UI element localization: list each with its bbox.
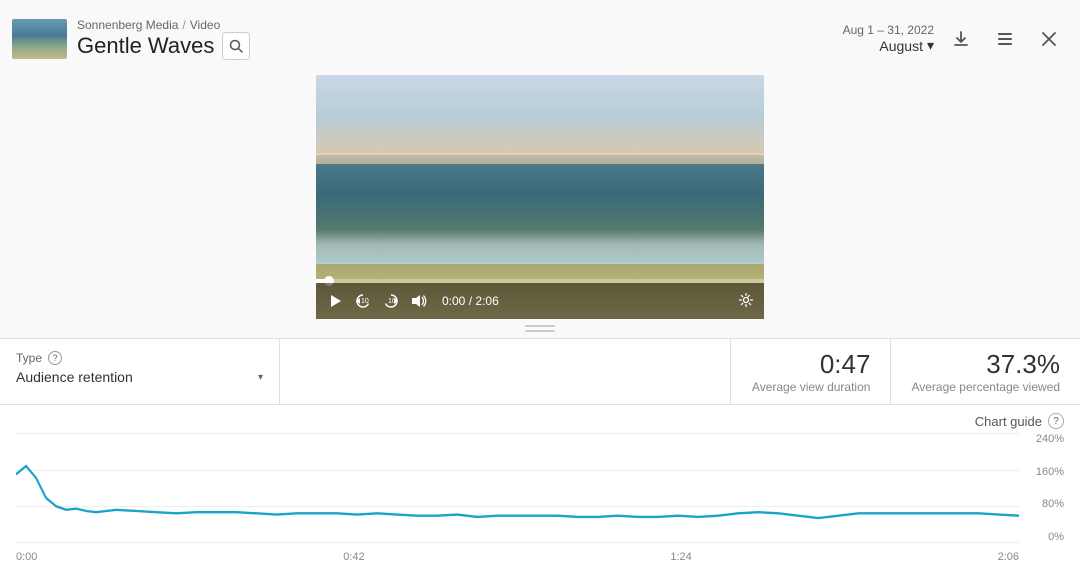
type-value: Audience retention <box>16 369 133 385</box>
close-icon <box>1041 31 1057 47</box>
forward-icon: 10 <box>383 293 399 309</box>
breadcrumb-child[interactable]: Video <box>190 18 220 32</box>
breadcrumb-separator: / <box>182 18 185 32</box>
download-button[interactable] <box>946 24 976 54</box>
avg-pct-value: 37.3% <box>986 349 1060 380</box>
time-display: 0:00 / 2:06 <box>442 294 499 308</box>
rewind-icon: 10 <box>355 293 371 309</box>
play-button[interactable] <box>326 292 344 310</box>
header-left: Sonnenberg Media / Video Gentle Waves <box>12 18 250 60</box>
breadcrumb: Sonnenberg Media / Video <box>77 18 250 32</box>
video-player[interactable]: 10 10 <box>316 75 764 319</box>
more-icon <box>995 29 1015 49</box>
video-controls: 10 10 <box>316 283 764 319</box>
drag-handle[interactable] <box>0 319 1080 338</box>
y-label-160: 160% <box>1036 466 1064 478</box>
chart-guide-help-icon[interactable]: ? <box>1048 413 1064 429</box>
video-title-row: Gentle Waves <box>77 32 250 60</box>
drag-line-1 <box>525 325 555 327</box>
chart-container: 240% 160% 80% 0% 0:00 0:42 1:24 2:06 <box>16 433 1064 563</box>
video-wave <box>316 229 764 269</box>
avg-pct-stat: 37.3% Average percentage viewed <box>890 339 1080 404</box>
svg-text:10: 10 <box>388 298 396 305</box>
time-separator: / <box>469 294 472 308</box>
chevron-down-icon: ▾ <box>927 37 934 54</box>
volume-icon <box>411 294 427 308</box>
volume-button[interactable] <box>410 292 428 310</box>
avg-duration-value: 0:47 <box>820 349 871 380</box>
stats-spacer <box>280 339 730 404</box>
help-question-mark: ? <box>53 353 58 363</box>
chart-x-labels: 0:00 0:42 1:24 2:06 <box>16 551 1019 563</box>
play-icon <box>328 294 342 308</box>
svg-text:10: 10 <box>361 298 369 305</box>
chart-help-mark: ? <box>1053 416 1059 427</box>
type-label: Type <box>16 351 42 365</box>
page-title: Gentle Waves <box>77 33 214 59</box>
type-label-row: Type ? <box>16 351 263 365</box>
chart-y-labels: 240% 160% 80% 0% <box>1024 433 1064 543</box>
avg-duration-label: Average view duration <box>752 380 871 394</box>
date-range: Aug 1 – 31, 2022 <box>843 23 934 37</box>
chart-guide-label: Chart guide <box>975 414 1042 429</box>
header-right: Aug 1 – 31, 2022 August ▾ <box>843 23 1064 54</box>
y-label-240: 240% <box>1036 433 1064 445</box>
video-sky <box>316 75 764 155</box>
type-dropdown-container: Type ? Audience retention ▾ <box>0 339 280 404</box>
video-thumbnail <box>12 19 67 59</box>
total-time: 2:06 <box>475 294 498 308</box>
video-wrapper: 10 10 <box>316 75 764 319</box>
y-label-80: 80% <box>1042 498 1064 510</box>
month-label: August <box>879 38 923 54</box>
x-label-042: 0:42 <box>343 551 364 563</box>
month-dropdown[interactable]: August ▾ <box>879 37 934 54</box>
close-button[interactable] <box>1034 24 1064 54</box>
x-label-124: 1:24 <box>670 551 691 563</box>
title-area: Sonnenberg Media / Video Gentle Waves <box>77 18 250 60</box>
dropdown-arrow-icon: ▾ <box>258 372 263 383</box>
x-label-206: 2:06 <box>998 551 1019 563</box>
settings-button[interactable] <box>738 292 754 311</box>
type-select-row[interactable]: Audience retention ▾ <box>16 369 263 385</box>
chart-section: Chart guide ? 240% 160% <box>0 405 1080 584</box>
search-icon <box>229 39 243 53</box>
y-label-0: 0% <box>1048 531 1064 543</box>
forward-button[interactable]: 10 <box>382 292 400 310</box>
search-button[interactable] <box>222 32 250 60</box>
retention-chart <box>16 433 1019 563</box>
settings-icon <box>738 292 754 308</box>
date-filter: Aug 1 – 31, 2022 August ▾ <box>843 23 934 54</box>
more-options-button[interactable] <box>990 24 1020 54</box>
x-label-000: 0:00 <box>16 551 37 563</box>
drag-line-2 <box>525 330 555 332</box>
type-help-icon[interactable]: ? <box>48 351 62 365</box>
download-icon <box>951 29 971 49</box>
avg-pct-label: Average percentage viewed <box>911 380 1060 394</box>
drag-lines <box>525 325 555 332</box>
avg-duration-stat: 0:47 Average view duration <box>730 339 890 404</box>
header: Sonnenberg Media / Video Gentle Waves <box>0 0 1080 75</box>
breadcrumb-parent[interactable]: Sonnenberg Media <box>77 18 178 32</box>
type-stats-row: Type ? Audience retention ▾ 0:47 Average… <box>0 338 1080 405</box>
video-section: 10 10 <box>0 75 1080 319</box>
current-time: 0:00 <box>442 294 465 308</box>
chart-header: Chart guide ? <box>16 413 1064 429</box>
rewind-button[interactable]: 10 <box>354 292 372 310</box>
header-icons <box>946 24 1064 54</box>
